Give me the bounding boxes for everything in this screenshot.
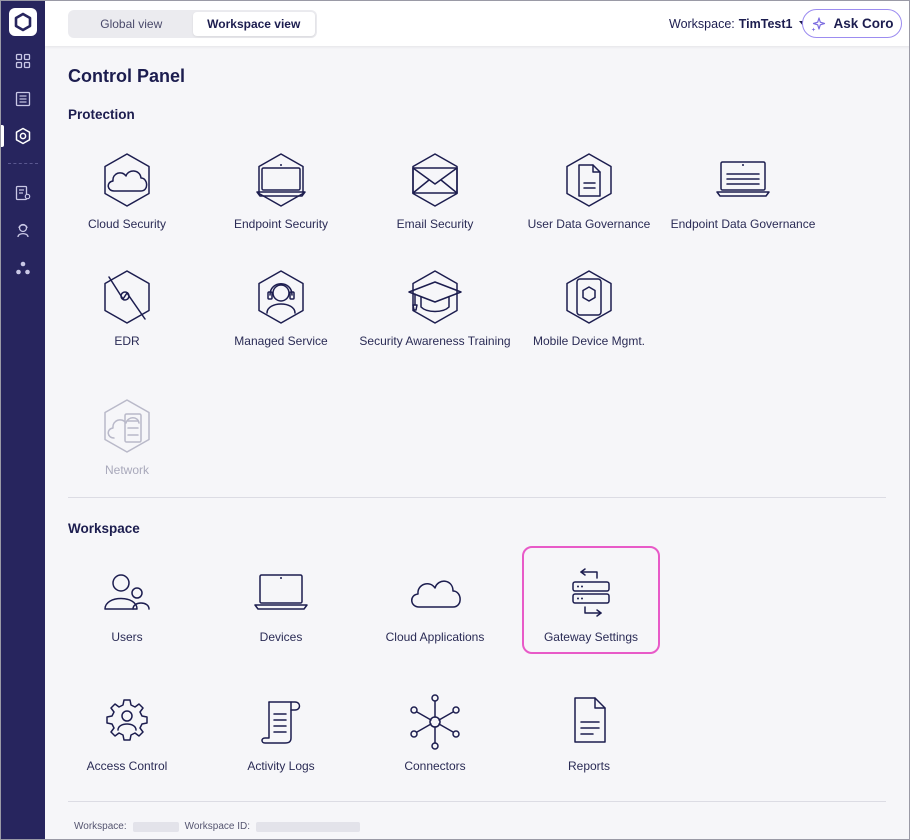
view-toggle: Global view Workspace view [68,10,317,38]
app-window: Global view Workspace view Workspace: Ti… [0,0,910,840]
tile-managed-service[interactable]: Managed Service [211,267,351,372]
tile-label: Devices [259,630,303,644]
mobile-hexagon-icon [559,267,619,327]
support-agent-icon [17,223,29,238]
report-document-icon [559,692,619,752]
tile-label: Managed Service [234,334,328,348]
redacted-workspace-name [132,821,179,832]
tile-user-data-governance[interactable]: User Data Governance [519,150,659,255]
workspace-view-tab[interactable]: Workspace view [192,12,315,36]
tile-reports[interactable]: Reports [519,692,659,797]
footer-workspace-id-label: Workspace ID: [184,821,251,832]
list-icon [15,91,31,107]
tile-gateway-settings[interactable]: Gateway Settings [522,546,660,654]
workspace-label: Workspace: [669,17,735,31]
gear-user-icon [97,692,157,752]
connectors-icon [405,692,465,752]
tile-users[interactable]: Users [57,563,197,668]
connections-icon [16,261,30,275]
tile-label: EDR [114,334,140,348]
ask-coro-button[interactable]: Ask Coro [802,9,902,38]
workspace-name: TimTest1 [738,17,793,31]
gateway-server-icon [561,563,621,623]
settings-document-icon [15,185,31,201]
edr-hexagon-icon [97,267,157,327]
tile-cloud-applications[interactable]: Cloud Applications [365,563,505,668]
tile-label: Reports [567,759,611,773]
footer-divider [68,801,886,802]
tile-label: Endpoint Data Governance [670,217,816,231]
footer-workspace-label: Workspace: [74,821,127,832]
tile-edr[interactable]: EDR [57,267,197,372]
tile-label: Mobile Device Mgmt. [532,334,646,348]
tile-label: Gateway Settings [543,630,639,644]
sidebar-item-dashboard[interactable] [1,46,45,76]
workspace-section-title: Workspace [68,521,140,536]
tile-label: Email Security [396,217,474,231]
tile-label: Cloud Applications [385,630,485,644]
dashboard-grid-icon [15,53,31,69]
tile-security-awareness-training[interactable]: Security Awareness Training [359,267,511,372]
control-panel-content: Control Panel Protection Cloud Security [45,46,909,839]
sidebar-item-tickets[interactable] [1,84,45,114]
tile-label: User Data Governance [527,217,651,231]
tile-label: Users [111,630,143,644]
tile-devices[interactable]: Devices [211,563,351,668]
sidebar [1,1,45,839]
cloud-hexagon-icon [97,150,157,210]
hexagon-logo-icon [14,12,32,32]
tile-label: Connectors [404,759,466,773]
tile-label: Security Awareness Training [359,334,511,348]
tile-activity-logs[interactable]: Activity Logs [211,692,351,797]
tile-access-control[interactable]: Access Control [57,692,197,797]
laptop-icon [251,563,311,623]
users-icon [97,563,157,623]
envelope-hexagon-icon [405,150,465,210]
graduation-cap-icon [405,267,465,327]
coro-logo[interactable] [9,8,37,36]
tile-label: Activity Logs [247,759,315,773]
sidebar-item-settings[interactable] [1,178,45,208]
tile-endpoint-security[interactable]: Endpoint Security [211,150,351,255]
laptop-hexagon-icon [251,150,311,210]
tile-label: Network [104,463,149,477]
scroll-log-icon [251,692,311,752]
tile-label: Endpoint Security [233,217,329,231]
ask-coro-label: Ask Coro [833,16,894,31]
headset-hexagon-icon [251,267,311,327]
tile-email-security[interactable]: Email Security [365,150,505,255]
laptop-document-icon [713,150,773,210]
tile-network: Network [57,396,197,501]
sidebar-item-control-panel[interactable] [1,121,45,151]
control-panel-hexagon-icon [15,127,31,145]
tile-connectors[interactable]: Connectors [365,692,505,797]
section-divider [68,497,886,498]
tile-endpoint-data-governance[interactable]: Endpoint Data Governance [670,150,816,255]
protection-section-title: Protection [68,107,135,122]
sidebar-item-connections[interactable] [1,253,45,283]
sidebar-divider [8,163,38,164]
cloud-icon [405,563,465,623]
tile-label: Access Control [86,759,168,773]
sparkle-icon [811,16,826,31]
document-hexagon-icon [559,150,619,210]
tile-mobile-device-mgmt[interactable]: Mobile Device Mgmt. [519,267,659,372]
page-title: Control Panel [68,66,186,86]
global-view-tab[interactable]: Global view [70,12,193,36]
tile-cloud-security[interactable]: Cloud Security [57,150,197,255]
redacted-workspace-id [256,821,361,832]
tile-label: Cloud Security [87,217,167,231]
footer: Workspace: Workspace ID: [74,821,361,832]
network-hexagon-icon [97,396,157,456]
workspace-selector[interactable]: Workspace: TimTest1 [669,15,809,33]
top-bar: Global view Workspace view Workspace: Ti… [45,1,909,46]
sidebar-item-support[interactable] [1,215,45,245]
